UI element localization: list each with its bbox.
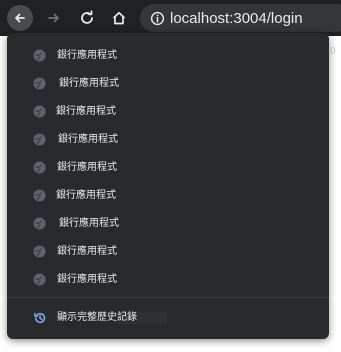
page-peek-text: 0: [330, 46, 336, 57]
history-item[interactable]: 銀行應用程式: [7, 42, 329, 70]
globe-icon: [33, 77, 46, 90]
url-text: localhost:3004/login: [170, 9, 303, 27]
history-item[interactable]: 銀行應用程式: [7, 182, 329, 210]
history-item[interactable]: 銀行應用程式: [7, 154, 329, 182]
globe-icon: [33, 245, 46, 258]
globe-icon: [33, 105, 46, 118]
history-icon: [34, 312, 46, 324]
globe-icon: [33, 49, 46, 62]
history-item-label: 銀行應用程式: [57, 246, 117, 257]
show-full-history-button[interactable]: 顯示完整歷史記錄: [7, 304, 329, 332]
history-dropdown-menu: 銀行應用程式 銀行應用程式 銀行應用程式 銀行應用程式 銀行應用程式 銀行應用程…: [7, 33, 329, 339]
history-item-label: 銀行應用程式: [56, 190, 116, 201]
history-item[interactable]: 銀行應用程式: [7, 70, 329, 98]
history-item[interactable]: 銀行應用程式: [7, 98, 329, 126]
info-icon[interactable]: [149, 10, 165, 26]
forward-arrow-icon: [48, 13, 59, 23]
browser-toolbar: localhost:3004/login: [0, 0, 341, 36]
show-full-history-label: 顯示完整歷史記錄: [57, 312, 137, 323]
history-item-label: 銀行應用程式: [57, 274, 117, 285]
reload-icon: [81, 10, 93, 24]
history-item[interactable]: 銀行應用程式: [7, 266, 329, 294]
history-item-label: 銀行應用程式: [57, 50, 117, 61]
home-icon: [112, 11, 126, 25]
history-item[interactable]: 銀行應用程式: [7, 210, 329, 238]
globe-icon: [33, 217, 46, 230]
back-button[interactable]: [7, 5, 33, 31]
history-item[interactable]: 銀行應用程式: [7, 126, 329, 154]
globe-icon: [33, 273, 46, 286]
globe-icon: [33, 133, 46, 146]
forward-button[interactable]: [41, 5, 67, 31]
history-item[interactable]: 銀行應用程式: [7, 238, 329, 266]
history-item-label: 銀行應用程式: [56, 106, 116, 117]
history-item-label: 銀行應用程式: [58, 134, 118, 145]
history-item-label: 銀行應用程式: [57, 162, 117, 173]
history-item-label: 銀行應用程式: [59, 78, 119, 89]
reload-button[interactable]: [74, 5, 100, 31]
history-item-label: 銀行應用程式: [59, 218, 119, 229]
globe-icon: [33, 189, 46, 202]
back-arrow-icon: [15, 13, 25, 23]
address-bar[interactable]: localhost:3004/login: [140, 4, 341, 32]
menu-divider: [7, 297, 329, 298]
home-button[interactable]: [106, 5, 132, 31]
globe-icon: [33, 161, 46, 174]
